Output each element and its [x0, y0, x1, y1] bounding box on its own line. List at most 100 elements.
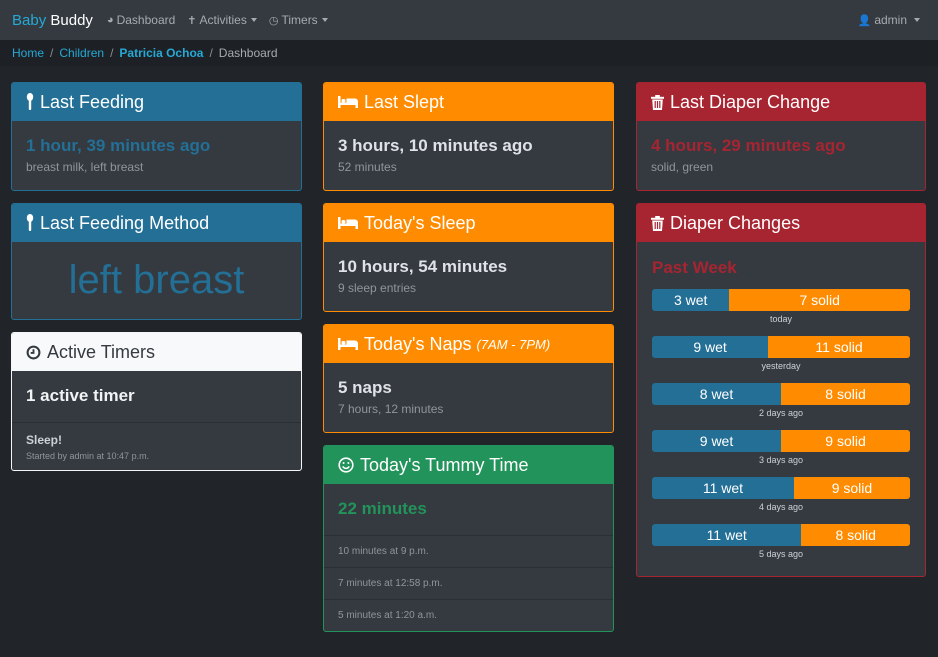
card-body: 5 naps 7 hours, 12 minutes	[324, 363, 613, 432]
tummy-time-total: 22 minutes	[338, 499, 427, 518]
tummy-time-entry[interactable]: 5 minutes at 1:20 a.m.	[324, 599, 613, 631]
caret-down-icon	[914, 18, 920, 22]
diaper-day-row: 11 wet 8 solid 5 days ago	[652, 524, 910, 559]
active-timers-count: 1 active timer	[26, 386, 135, 405]
nav-timers-label: Timers	[281, 13, 318, 27]
diaper-progress-bar: 9 wet 9 solid	[652, 430, 910, 452]
bed-icon	[338, 337, 358, 351]
clock-icon	[26, 345, 41, 360]
breadcrumb: Home / Children / Patricia Ochoa / Dashb…	[0, 40, 938, 66]
diaper-progress-bar: 8 wet 8 solid	[652, 383, 910, 405]
card-header: Last Diaper Change	[637, 83, 925, 121]
breadcrumb-separator: /	[209, 46, 213, 60]
brand-part2: Buddy	[50, 11, 93, 29]
todays-sleep-value: 10 hours, 54 minutes	[338, 257, 508, 276]
card-body: left breast	[12, 242, 301, 319]
breadcrumb-separator: /	[50, 46, 54, 60]
caret-down-icon	[250, 18, 257, 22]
smile-icon	[338, 457, 354, 473]
card-header: Last Feeding Method	[12, 204, 301, 242]
nav-dashboard-label: Dashboard	[116, 13, 176, 27]
clock-icon: ◷	[268, 14, 279, 27]
nav-activities-label: Activities	[199, 13, 247, 27]
user-name: admin	[874, 13, 907, 27]
naps-duration: 7 hours, 12 minutes	[338, 402, 444, 416]
tummy-time-entry[interactable]: 10 minutes at 9 p.m.	[324, 535, 613, 567]
wet-segment: 9 wet	[652, 336, 769, 358]
card-header: Diaper Changes	[637, 204, 925, 242]
last-feeding-sub: breast milk, left breast	[26, 160, 144, 174]
breadcrumb-child[interactable]: Patricia Ochoa	[119, 46, 203, 60]
diaper-day-row: 9 wet 9 solid 3 days ago	[652, 430, 910, 465]
naps-count: 5 naps	[338, 378, 392, 397]
breadcrumb-separator: /	[110, 46, 114, 60]
card-body: 1 hour, 39 minutes ago breast milk, left…	[12, 121, 301, 190]
diaper-day-label: 2 days ago	[758, 408, 804, 418]
diaper-day-label: yesterday	[761, 361, 801, 371]
brand-logo[interactable]: Baby Buddy	[12, 12, 93, 29]
diaper-day-row: 3 wet 7 solid today	[652, 289, 910, 324]
diaper-day-row: 9 wet 11 solid yesterday	[652, 336, 910, 371]
tummy-time-entry[interactable]: 7 minutes at 12:58 p.m.	[324, 567, 613, 599]
card-active-timers[interactable]: Active Timers 1 active timer Sleep! Star…	[11, 332, 302, 471]
diaper-day-row: 8 wet 8 solid 2 days ago	[652, 383, 910, 418]
trash-icon	[651, 215, 664, 231]
nav-dashboard[interactable]: ◕ Dashboard	[107, 13, 175, 27]
diaper-day-label: 5 days ago	[758, 549, 804, 559]
card-header: Today's Naps (7AM - 7PM)	[324, 325, 613, 363]
card-last-diaper-change[interactable]: Last Diaper Change 4 hours, 29 minutes a…	[636, 82, 926, 191]
dashboard-icon: ◕	[106, 14, 114, 26]
solid-segment: 8 solid	[781, 383, 910, 405]
spoon-icon	[26, 93, 34, 111]
card-todays-sleep[interactable]: Today's Sleep 10 hours, 54 minutes 9 sle…	[323, 203, 614, 312]
feeding-method-value: left breast	[68, 258, 245, 302]
card-diaper-changes[interactable]: Diaper Changes Past Week 3 wet 7 solid tod…	[636, 203, 926, 577]
card-todays-naps[interactable]: Today's Naps (7AM - 7PM) 5 naps 7 hours,…	[323, 324, 614, 433]
card-body: Past Week 3 wet 7 solid today 9 wet 11 solid…	[637, 242, 925, 576]
last-slept-value: 3 hours, 10 minutes ago	[338, 136, 533, 155]
todays-sleep-sub: 9 sleep entries	[338, 281, 417, 295]
card-title: Today's Tummy Time	[360, 454, 529, 475]
brand-part1: Baby	[12, 11, 47, 29]
diaper-day-label: today	[769, 314, 793, 324]
card-header: Last Slept	[324, 83, 613, 121]
nav-timers[interactable]: ◷ Timers	[269, 13, 328, 27]
wet-segment: 3 wet	[652, 289, 730, 311]
wet-segment: 11 wet	[652, 524, 802, 546]
card-title: Last Slept	[364, 91, 445, 112]
card-title: Last Feeding	[40, 91, 145, 112]
last-feeding-value: 1 hour, 39 minutes ago	[26, 136, 211, 155]
solid-segment: 9 solid	[781, 430, 910, 452]
diaper-progress-bar: 11 wet 8 solid	[652, 524, 910, 546]
wet-segment: 11 wet	[652, 477, 794, 499]
timer-name: Sleep!	[26, 433, 63, 447]
wet-segment: 8 wet	[652, 383, 781, 405]
solid-segment: 8 solid	[801, 524, 910, 546]
card-title: Last Diaper Change	[670, 91, 831, 112]
diaper-day-row: 11 wet 9 solid 4 days ago	[652, 477, 910, 512]
timer-started: Started by admin at 10:47 p.m.	[26, 451, 150, 461]
spoon-icon	[26, 214, 34, 232]
card-tummy-time[interactable]: Today's Tummy Time 22 minutes 10 minutes…	[323, 445, 614, 632]
solid-segment: 11 solid	[768, 336, 910, 358]
diaper-bars: 3 wet 7 solid today 9 wet 11 solid yesterday 8…	[652, 289, 910, 559]
breadcrumb-children[interactable]: Children	[59, 46, 104, 60]
last-slept-sub: 52 minutes	[338, 160, 397, 174]
card-header: Active Timers	[12, 333, 301, 371]
user-icon: 👤	[857, 14, 872, 27]
nav-activities[interactable]: ✝ Activities	[187, 13, 257, 27]
card-header: Last Feeding	[12, 83, 301, 121]
diaper-changes-subtitle: Past Week	[652, 258, 737, 277]
card-body: 10 hours, 54 minutes 9 sleep entries	[324, 242, 613, 311]
card-last-feeding[interactable]: Last Feeding 1 hour, 39 minutes ago brea…	[11, 82, 302, 191]
timer-list-item[interactable]: Sleep! Started by admin at 10:47 p.m.	[12, 422, 301, 470]
diaper-progress-bar: 9 wet 11 solid	[652, 336, 910, 358]
card-last-feeding-method[interactable]: Last Feeding Method left breast	[11, 203, 302, 320]
last-diaper-value: 4 hours, 29 minutes ago	[651, 136, 846, 155]
bed-icon	[338, 216, 358, 230]
breadcrumb-home[interactable]: Home	[12, 46, 44, 60]
wet-segment: 9 wet	[652, 430, 781, 452]
user-menu[interactable]: 👤 admin	[858, 13, 920, 27]
card-title: Today's Naps	[364, 333, 472, 354]
card-last-slept[interactable]: Last Slept 3 hours, 10 minutes ago 52 mi…	[323, 82, 614, 191]
